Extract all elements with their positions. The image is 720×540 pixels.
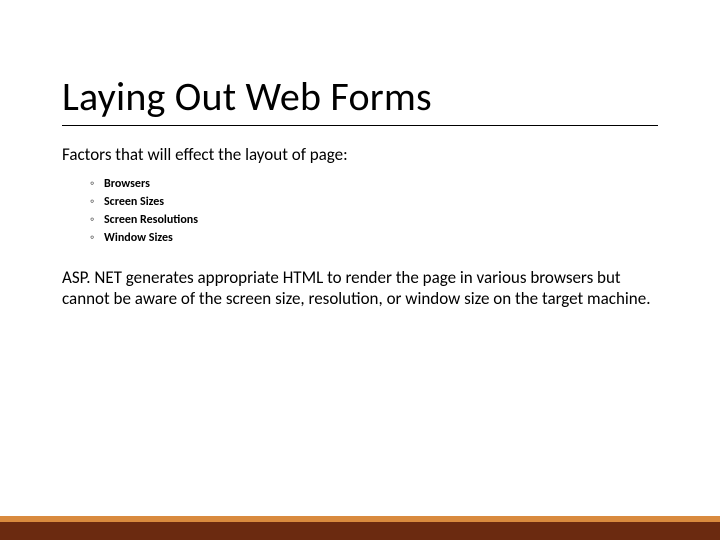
page-title: Laying Out Web Forms — [62, 72, 658, 126]
list-item: Screen Resolutions — [90, 211, 658, 229]
body-paragraph: ASP. NET generates appropriate HTML to r… — [62, 267, 658, 310]
footer-bar — [0, 516, 720, 540]
list-item: Browsers — [90, 175, 658, 193]
footer-accent-dark — [0, 522, 720, 540]
list-item: Window Sizes — [90, 229, 658, 247]
slide: Laying Out Web Forms Factors that will e… — [0, 0, 720, 540]
bullet-list: Browsers Screen Sizes Screen Resolutions… — [90, 175, 658, 247]
subtitle: Factors that will effect the layout of p… — [62, 144, 658, 165]
list-item: Screen Sizes — [90, 193, 658, 211]
